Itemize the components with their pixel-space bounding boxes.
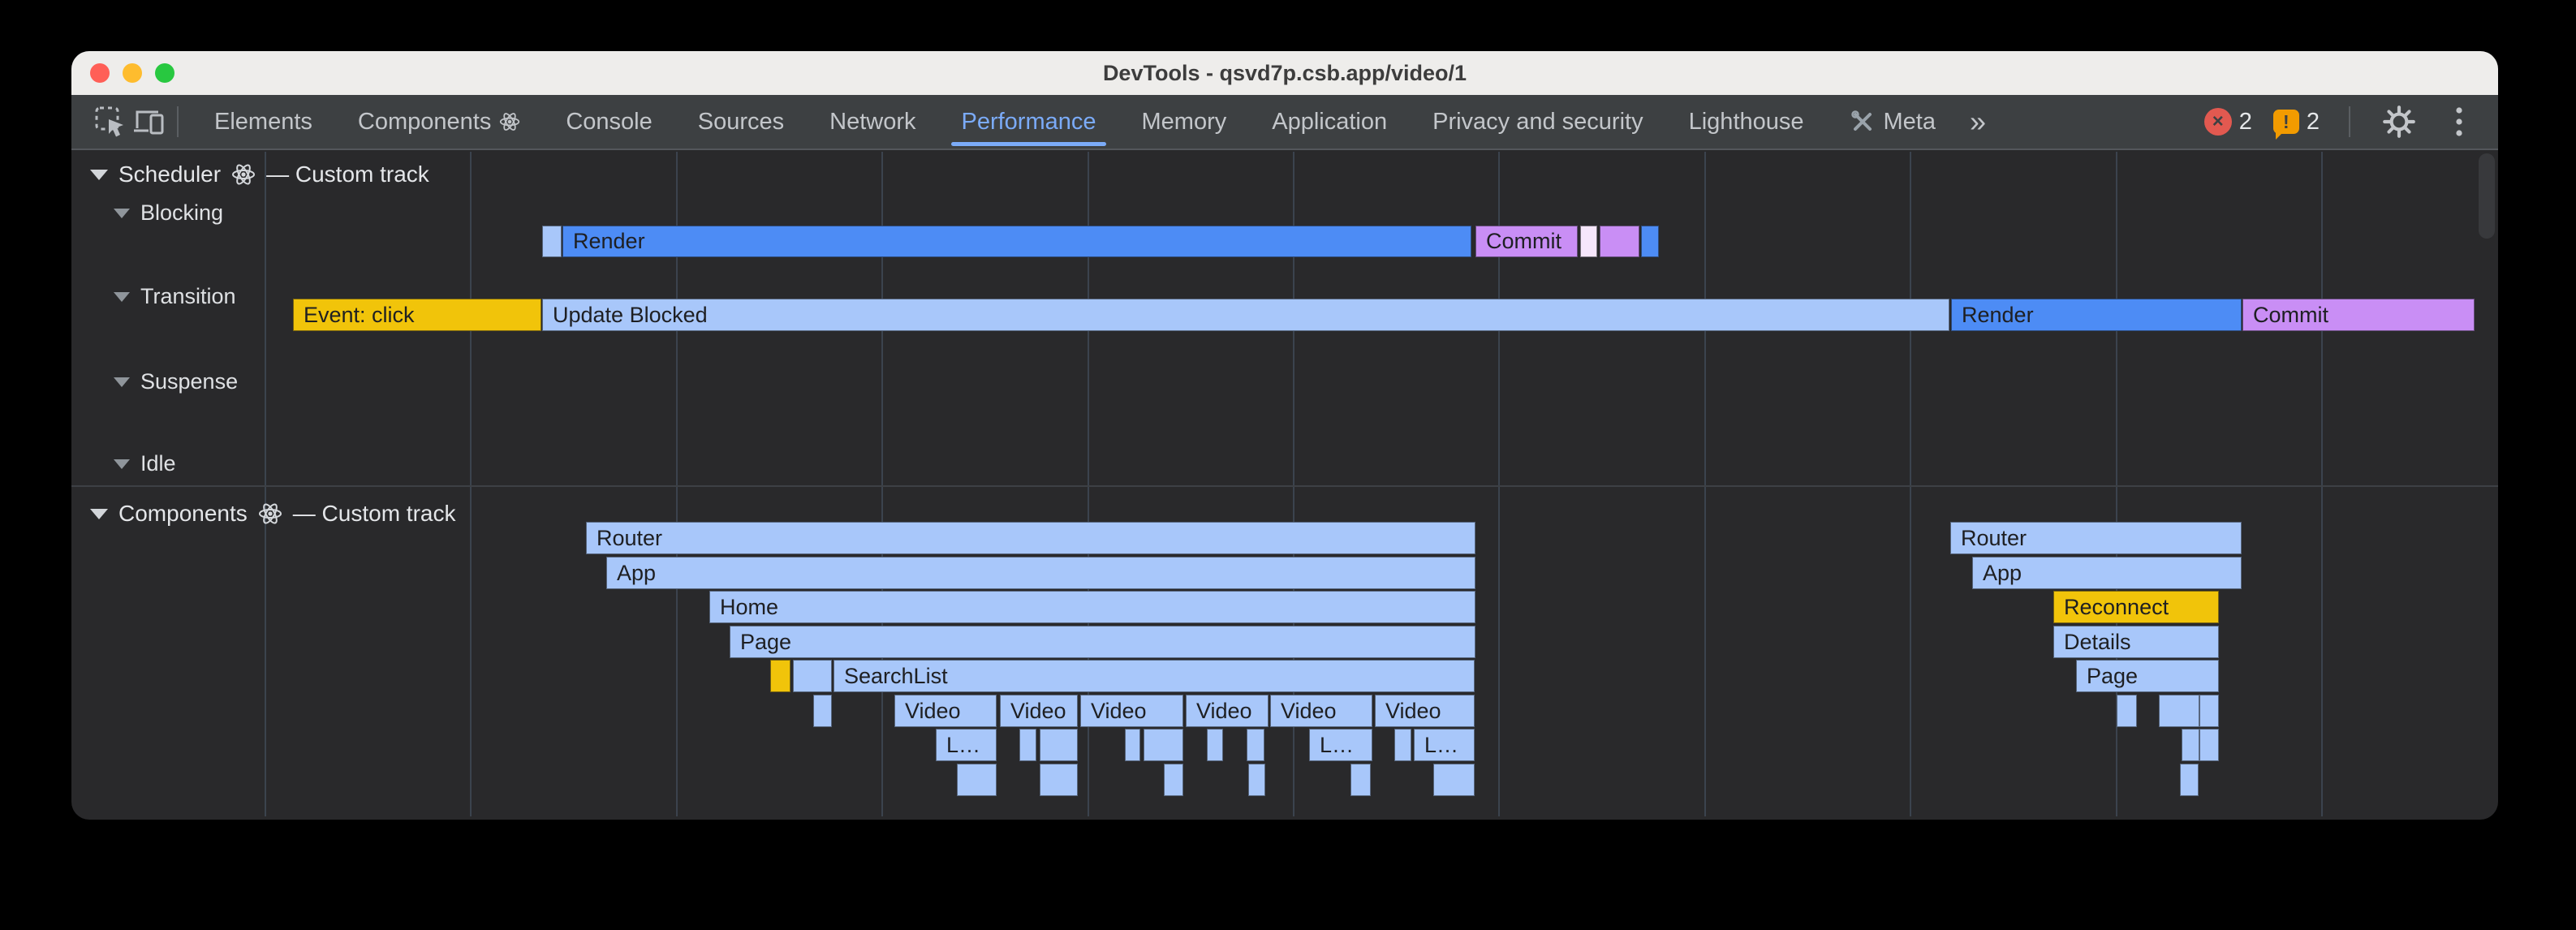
flame-bar-render[interactable]: Render bbox=[1951, 299, 2242, 331]
vertical-scrollbar-thumb[interactable] bbox=[2479, 153, 2495, 239]
flame-bar-commit[interactable]: Commit bbox=[2242, 299, 2475, 331]
flame-bar[interactable] bbox=[1600, 226, 1639, 257]
flame-bar-l[interactable]: L… bbox=[1414, 729, 1475, 761]
flame-bar[interactable] bbox=[1641, 226, 1659, 257]
gridline bbox=[470, 152, 472, 816]
react-atom-icon bbox=[231, 162, 256, 187]
flame-bar-video[interactable]: Video bbox=[1000, 695, 1078, 727]
flame-bar[interactable] bbox=[1248, 764, 1265, 796]
collapse-triangle-icon bbox=[114, 292, 130, 302]
collapse-triangle-icon bbox=[114, 377, 130, 387]
collapse-triangle-icon bbox=[114, 209, 130, 218]
gridline bbox=[265, 152, 266, 816]
track-divider bbox=[71, 485, 2498, 487]
flame-bar-l[interactable]: L… bbox=[936, 729, 997, 761]
lane-name: Transition bbox=[140, 284, 236, 309]
track-header-scheduler[interactable]: Scheduler — Custom track bbox=[90, 161, 429, 187]
flame-bar-l[interactable]: L… bbox=[1309, 729, 1372, 761]
lane-name: Idle bbox=[140, 451, 176, 476]
flame-bar[interactable] bbox=[1207, 729, 1223, 761]
gridline bbox=[2321, 152, 2323, 816]
collapse-triangle-icon bbox=[90, 509, 108, 519]
flame-bar[interactable] bbox=[770, 660, 790, 692]
flame-bar[interactable] bbox=[813, 695, 832, 727]
flame-bar[interactable] bbox=[1164, 764, 1183, 796]
gridline bbox=[1910, 152, 1911, 816]
flame-bar-video[interactable]: Video bbox=[1186, 695, 1269, 727]
flame-bar-router[interactable]: Router bbox=[1950, 522, 2242, 554]
flame-bar-router[interactable]: Router bbox=[586, 522, 1475, 554]
flame-bar-video[interactable]: Video bbox=[1375, 695, 1475, 727]
flame-bar[interactable] bbox=[2199, 729, 2219, 761]
flame-bar-event-click[interactable]: Event: click bbox=[293, 299, 541, 331]
flame-bar-video[interactable]: Video bbox=[1270, 695, 1372, 727]
flame-bar[interactable] bbox=[2159, 695, 2199, 727]
react-atom-icon bbox=[258, 502, 282, 526]
track-name: Components bbox=[118, 501, 248, 527]
flame-bar[interactable] bbox=[2117, 695, 2137, 727]
collapse-triangle-icon bbox=[114, 459, 130, 469]
flame-bar[interactable] bbox=[1019, 729, 1036, 761]
lane-label-suspense[interactable]: Suspense bbox=[114, 369, 238, 394]
flame-bar[interactable] bbox=[1394, 729, 1411, 761]
flame-bar[interactable] bbox=[1433, 764, 1475, 796]
flame-bar[interactable] bbox=[1580, 226, 1597, 257]
flame-bar-commit[interactable]: Commit bbox=[1475, 226, 1578, 257]
track-header-components[interactable]: Components — Custom track bbox=[90, 501, 455, 527]
lane-name: Suspense bbox=[140, 369, 238, 394]
flame-bar[interactable] bbox=[2180, 764, 2199, 796]
flame-bar[interactable] bbox=[1125, 729, 1140, 761]
flame-bar-app[interactable]: App bbox=[1972, 557, 2242, 589]
flame-bar-page[interactable]: Page bbox=[730, 626, 1475, 658]
lane-label-blocking[interactable]: Blocking bbox=[114, 200, 223, 226]
track-suffix: — Custom track bbox=[266, 161, 429, 187]
flame-bar-render[interactable]: Render bbox=[562, 226, 1471, 257]
flame-chart: Scheduler — Custom track Blocking Transitio… bbox=[71, 51, 2498, 820]
track-suffix: — Custom track bbox=[293, 501, 456, 527]
flame-bar[interactable] bbox=[957, 764, 997, 796]
flame-bar[interactable] bbox=[2182, 729, 2199, 761]
flame-bar-app[interactable]: App bbox=[606, 557, 1475, 589]
lane-name: Blocking bbox=[140, 200, 223, 226]
flame-bar[interactable] bbox=[1040, 764, 1078, 796]
flame-bar-update-blocked[interactable]: Update Blocked bbox=[542, 299, 1949, 331]
flame-bar[interactable] bbox=[1247, 729, 1264, 761]
track-name: Scheduler bbox=[118, 161, 221, 187]
flame-bar-details[interactable]: Details bbox=[2053, 626, 2219, 658]
flame-bar-video[interactable]: Video bbox=[894, 695, 997, 727]
lane-label-idle[interactable]: Idle bbox=[114, 451, 176, 476]
flame-bar[interactable] bbox=[2199, 695, 2219, 727]
flame-bar-reconnect[interactable]: Reconnect bbox=[2053, 591, 2219, 623]
flame-bar[interactable] bbox=[1040, 729, 1078, 761]
collapse-triangle-icon bbox=[90, 170, 108, 180]
flame-bar-video[interactable]: Video bbox=[1080, 695, 1183, 727]
flame-bar-searchlist[interactable]: SearchList bbox=[834, 660, 1475, 692]
devtools-window: DevTools - qsvd7p.csb.app/video/1 Elemen… bbox=[71, 51, 2498, 820]
gridline bbox=[1704, 152, 1706, 816]
flame-bar[interactable] bbox=[1350, 764, 1371, 796]
flame-bar-home[interactable]: Home bbox=[709, 591, 1475, 623]
flame-bar[interactable] bbox=[1144, 729, 1183, 761]
screenshot-stage: DevTools - qsvd7p.csb.app/video/1 Elemen… bbox=[0, 0, 2576, 930]
flame-bar-page[interactable]: Page bbox=[2076, 660, 2219, 692]
lane-label-transition[interactable]: Transition bbox=[114, 284, 236, 309]
flame-bar[interactable] bbox=[542, 226, 562, 257]
flame-bar[interactable] bbox=[793, 660, 832, 692]
